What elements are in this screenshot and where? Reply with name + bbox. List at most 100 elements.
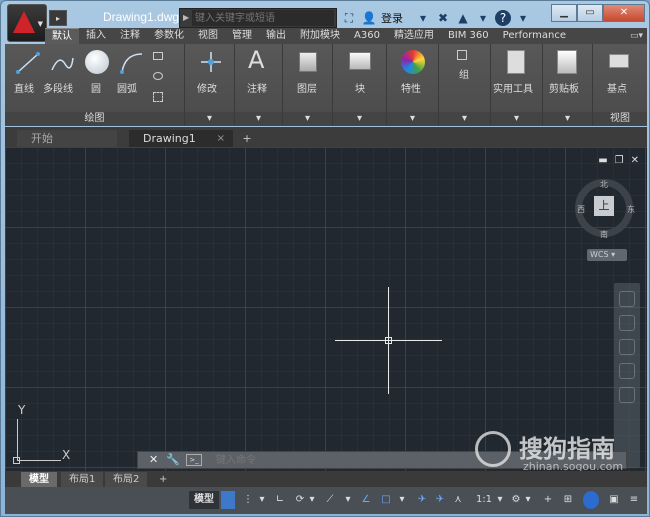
showmotion-icon[interactable] [619, 387, 635, 403]
compass-east[interactable]: 东 [627, 204, 635, 215]
chevron-down-icon[interactable]: ▾ [495, 491, 505, 509]
utilities-panel-arrow[interactable]: ▾ [491, 112, 542, 126]
search-input[interactable] [192, 10, 334, 26]
minimize-button[interactable]: ▁ [551, 4, 577, 22]
chevron-down-icon[interactable]: ▾ [515, 10, 531, 26]
chevron-down-icon[interactable]: ▾ [397, 491, 407, 509]
binoculars-icon[interactable]: ⛶ [341, 10, 357, 26]
command-close-icon[interactable]: ✕ [149, 453, 158, 466]
circle-icon[interactable] [85, 50, 109, 74]
maximize-button[interactable]: ▭ [577, 4, 603, 22]
view-panel-title[interactable]: 视图 [593, 112, 647, 126]
autodesk-a360-icon[interactable]: ▲ [455, 10, 471, 26]
paste-icon[interactable] [557, 50, 577, 74]
viewport-close-icon[interactable]: ✕ [631, 155, 639, 166]
compass-west[interactable]: 西 [577, 204, 585, 215]
tab-default[interactable]: 默认 [45, 28, 79, 44]
hardware-acceleration-icon[interactable]: ▣ [607, 491, 621, 509]
chevron-down-icon[interactable]: ▾ [415, 10, 431, 26]
chevron-down-icon[interactable]: ▾ [523, 491, 533, 509]
layers-panel-arrow[interactable]: ▾ [283, 112, 332, 126]
polyline-icon[interactable] [49, 50, 75, 76]
tab-a360[interactable]: A360 [347, 28, 387, 44]
modify-panel-arrow[interactable]: ▾ [185, 112, 234, 126]
tab-layout1[interactable]: 布局1 [61, 472, 104, 487]
properties-button[interactable]: 特性 [401, 80, 421, 95]
ribbon-minimize-icon[interactable]: ▭▾ [630, 28, 643, 44]
object-snap-tracking-icon[interactable]: ∠ [359, 491, 373, 509]
snap-icon[interactable]: ⋮ [241, 491, 255, 509]
tab-performance[interactable]: Performance [496, 28, 573, 44]
add-plus-icon[interactable]: + [541, 491, 555, 509]
move-icon[interactable] [199, 50, 223, 74]
object-snap-icon[interactable]: □ [379, 491, 393, 509]
tab-view[interactable]: 视图 [191, 28, 225, 44]
block-button[interactable]: 块 [355, 80, 365, 95]
compass-north[interactable]: 北 [600, 179, 608, 190]
line-icon[interactable] [15, 50, 41, 76]
tab-output[interactable]: 输出 [259, 28, 293, 44]
properties-panel-arrow[interactable]: ▾ [387, 112, 438, 126]
pan-icon[interactable] [619, 315, 635, 331]
isodraft-icon[interactable]: ⟋ [323, 491, 337, 509]
drawing-canvas[interactable]: ▬ ❐ ✕ [5, 147, 647, 471]
add-layout-button[interactable]: + [151, 472, 175, 487]
annotation-visibility-icon[interactable]: ✈ [415, 491, 429, 509]
quick-access-expand-button[interactable]: ▸ [49, 10, 67, 26]
tab-model[interactable]: 模型 [21, 472, 57, 487]
ucs-origin-icon[interactable] [13, 457, 20, 464]
annotation-button[interactable]: 注释 [247, 80, 267, 95]
clipboard-panel-arrow[interactable]: ▾ [543, 112, 592, 126]
tab-bim360[interactable]: BIM 360 [441, 28, 496, 44]
viewport-minimize-icon[interactable]: ▬ [598, 155, 607, 166]
expand-search-icon[interactable]: ▶ [183, 13, 189, 22]
arc-icon[interactable] [119, 50, 145, 76]
group-panel-arrow[interactable]: ▾ [439, 112, 490, 126]
basepoint-icon[interactable] [609, 54, 629, 68]
line-button[interactable]: 直线 [14, 80, 34, 95]
annotation-scale-value[interactable]: 1:1 [473, 491, 495, 509]
compass-south[interactable]: 南 [600, 229, 608, 240]
annotation-scale-icon[interactable]: ⋏ [451, 491, 465, 509]
draw-panel-title[interactable]: 绘图 [5, 112, 184, 126]
login-link[interactable]: 登录 [381, 10, 403, 26]
command-prompt-icon[interactable]: >_ [186, 454, 202, 466]
hatch-icon[interactable] [153, 92, 163, 102]
zoom-extents-icon[interactable] [619, 339, 635, 355]
tab-layout2[interactable]: 布局2 [105, 472, 148, 487]
viewcube-top-face[interactable]: 上 [594, 196, 614, 216]
circle-button[interactable]: 圆 [91, 80, 101, 95]
tab-start[interactable]: 开始 [17, 130, 117, 147]
new-tab-button[interactable]: + [239, 130, 255, 147]
calculator-icon[interactable] [507, 50, 525, 74]
chevron-down-icon[interactable]: ▾ [257, 491, 267, 509]
tab-addins[interactable]: 附加模块 [293, 28, 347, 44]
properties-color-wheel-icon[interactable] [401, 50, 425, 74]
application-menu-button[interactable]: ▼ [7, 4, 47, 42]
chevron-down-icon[interactable]: ▾ [475, 10, 491, 26]
wcs-menu[interactable]: WCS ▾ [587, 249, 627, 261]
arc-button[interactable]: 圆弧 [117, 80, 137, 95]
exchange-apps-icon[interactable]: ✖ [435, 10, 451, 26]
workspace-gear-icon[interactable]: ⚙ [509, 491, 523, 509]
layers-button[interactable]: 图层 [297, 80, 317, 95]
tab-featured-apps[interactable]: 精选应用 [387, 28, 441, 44]
user-icon[interactable]: 👤 [361, 10, 377, 26]
chevron-down-icon[interactable]: ▾ [307, 491, 317, 509]
rectangle-icon[interactable] [153, 52, 163, 60]
viewport-restore-icon[interactable]: ❐ [615, 155, 624, 166]
command-customize-icon[interactable]: 🔧 [166, 453, 180, 466]
steering-wheel-icon[interactable] [619, 291, 635, 307]
tab-insert[interactable]: 插入 [79, 28, 113, 44]
group-icon[interactable] [457, 50, 467, 60]
help-icon[interactable]: ? [495, 10, 511, 26]
modify-button[interactable]: 修改 [197, 80, 217, 95]
isolate-objects-icon[interactable] [583, 491, 599, 509]
tab-parametric[interactable]: 参数化 [147, 28, 191, 44]
chevron-down-icon[interactable]: ▾ [343, 491, 353, 509]
tab-annotate[interactable]: 注释 [113, 28, 147, 44]
clipboard-button[interactable]: 剪贴板 [549, 80, 579, 95]
polar-tracking-icon[interactable]: ⟳ [293, 491, 307, 509]
ellipse-icon[interactable] [153, 72, 163, 80]
layers-icon[interactable] [299, 52, 317, 72]
